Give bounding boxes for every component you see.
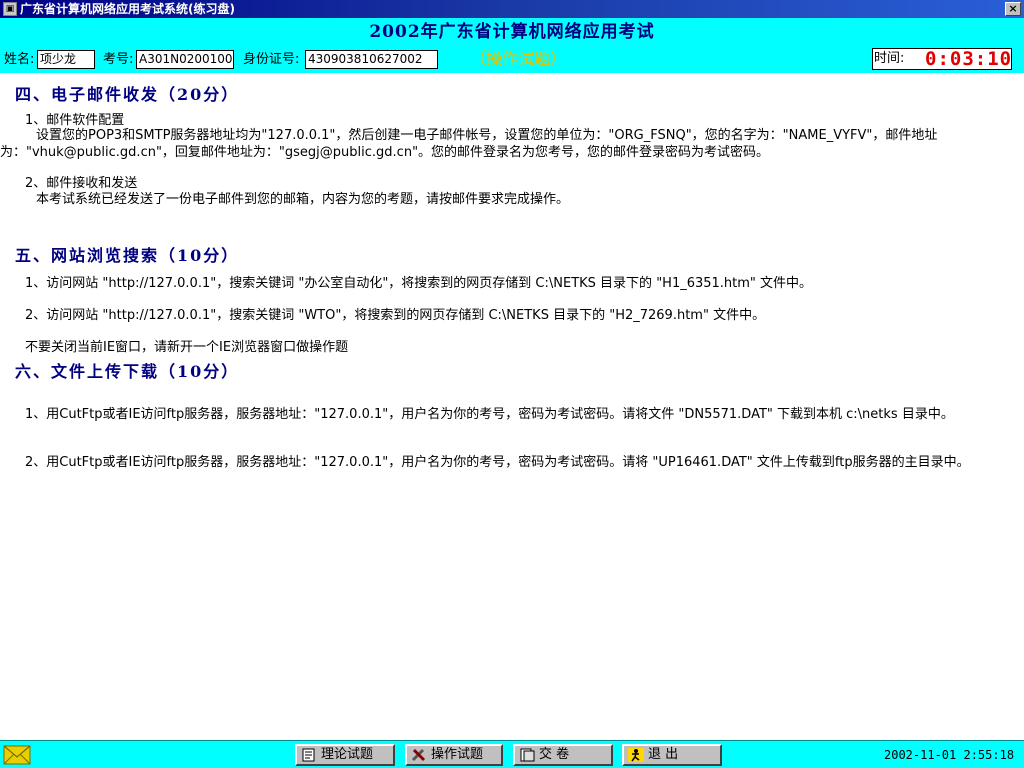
exam-title: 2002年广东省计算机网络应用考试 — [369, 22, 655, 42]
browse-note: 不要关闭当前IE窗口，请新开一个IE浏览器窗口做操作题 — [25, 340, 349, 355]
timer-label: 时间: — [874, 51, 905, 66]
id-card-label: 身份证号: — [243, 52, 300, 67]
operation-questions-button[interactable]: 操作试题 — [405, 744, 503, 766]
section-heading-ftp: 六、文件上传下载（10分） — [15, 362, 240, 381]
exit-label: 退 出 — [648, 747, 679, 762]
item-body: 2、用CutFtp或者IE访问ftp服务器，服务器地址："127.0.0.1"，… — [25, 455, 970, 470]
section-heading-email: 四、电子邮件收发（20分） — [15, 85, 240, 104]
timer-value: 0:03:10 — [925, 48, 1013, 70]
operation-questions-label: 操作试题 — [431, 747, 484, 762]
tools-icon — [411, 748, 426, 761]
theory-questions-button[interactable]: 理论试题 — [295, 744, 395, 766]
system-clock: 2002-11-01 2:55:18 — [884, 748, 1015, 762]
name-field: 项少龙 — [37, 50, 95, 69]
document-icon — [302, 748, 315, 761]
id-card-field: 430903810627002 — [305, 50, 438, 69]
item-body: 设置您的POP3和SMTP服务器地址均为"127.0.0.1"，然后创建一电子邮… — [0, 128, 938, 160]
item-title: 2、邮件接收和发送 — [25, 176, 138, 191]
name-label: 姓名: — [4, 52, 35, 67]
app-icon: ▣ — [3, 2, 17, 16]
exam-header: 2002年广东省计算机网络应用考试 姓名: 项少龙 考号: A301N02001… — [0, 18, 1024, 73]
running-man-icon — [628, 747, 644, 762]
close-button[interactable]: × — [1005, 2, 1021, 16]
item-body: 1、用CutFtp或者IE访问ftp服务器，服务器地址："127.0.0.1"，… — [25, 407, 954, 422]
submit-button[interactable]: 交 卷 — [513, 744, 613, 766]
question-content: 四、电子邮件收发（20分） 1、邮件软件配置 设置您的POP3和SMTP服务器地… — [0, 73, 1024, 740]
item-body: 1、访问网站 "http://127.0.0.1"，搜索关键词 "办公室自动化"… — [25, 276, 813, 291]
item-body: 本考试系统已经发送了一份电子邮件到您的邮箱，内容为您的考题，请按邮件要求完成操作… — [36, 192, 570, 207]
window-title-bar: ▣ 广东省计算机网络应用考试系统(练习盘) × — [0, 0, 1024, 18]
envelope-icon[interactable] — [3, 745, 31, 765]
section-heading-browse: 五、网站浏览搜索（10分） — [15, 246, 240, 265]
item-body: 2、访问网站 "http://127.0.0.1"，搜索关键词 "WTO"，将搜… — [25, 308, 766, 323]
timer: 时间: 0:03:10 — [872, 48, 1012, 70]
submit-label: 交 卷 — [539, 747, 570, 762]
exam-id-label: 考号: — [103, 52, 134, 67]
exit-button[interactable]: 退 出 — [622, 744, 722, 766]
mode-indicator: （操作试题） — [470, 49, 567, 68]
theory-questions-label: 理论试题 — [321, 747, 374, 762]
exam-id-field: A301N02001001 — [136, 50, 234, 69]
submit-paper-icon — [520, 748, 535, 761]
bottom-toolbar: 理论试题 操作试题 交 卷 退 出 2002-11-01 2:55:18 — [0, 740, 1024, 768]
window-title: 广东省计算机网络应用考试系统(练习盘) — [20, 2, 235, 16]
